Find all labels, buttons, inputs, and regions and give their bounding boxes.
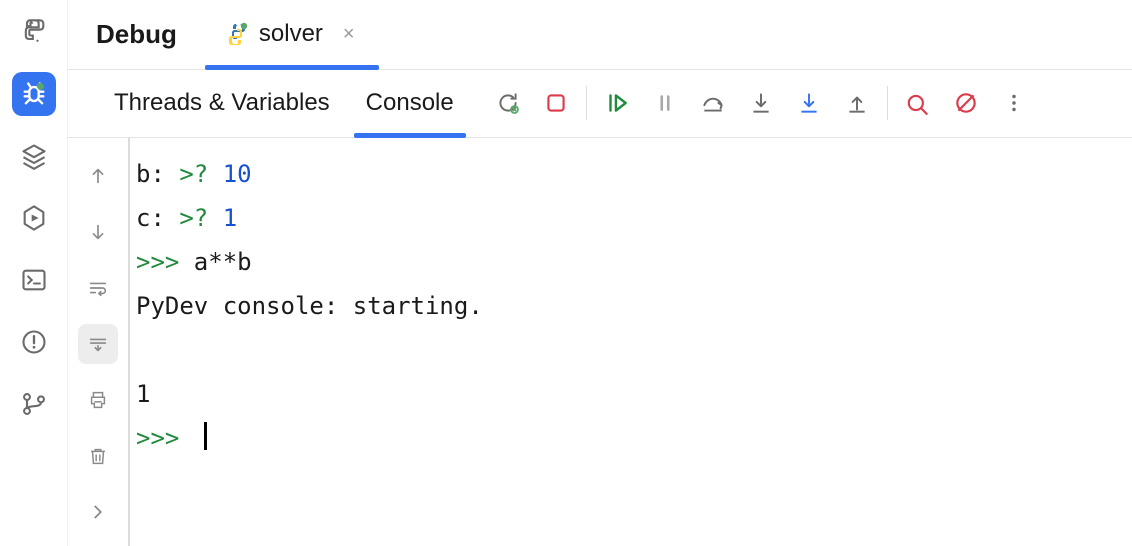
tool-window-rail <box>0 0 68 546</box>
debug-toolbar: Threads & Variables Console <box>68 70 1132 138</box>
git-branch-icon <box>20 390 48 418</box>
arrow-down-icon <box>87 221 109 243</box>
print-button[interactable] <box>78 380 118 420</box>
clear-all-button[interactable] <box>78 436 118 476</box>
problems-icon <box>20 328 48 356</box>
console-line: b: >? 10 <box>136 160 252 188</box>
pause-button[interactable] <box>641 79 689 127</box>
view-breakpoints-button[interactable] <box>894 79 942 127</box>
scroll-to-end-button[interactable] <box>78 324 118 364</box>
python-file-icon <box>225 22 249 46</box>
debug-tool[interactable] <box>12 72 56 116</box>
problems-tool[interactable] <box>12 320 56 364</box>
soft-wrap-icon <box>87 277 109 299</box>
services-tool[interactable] <box>12 196 56 240</box>
scroll-up-button[interactable] <box>78 156 118 196</box>
close-tab-button[interactable]: × <box>343 23 355 46</box>
stop-icon <box>543 90 569 116</box>
more-actions-button[interactable] <box>990 79 1038 127</box>
more-icon <box>1001 90 1027 116</box>
console-gutter <box>68 138 128 546</box>
layers-icon <box>20 142 48 170</box>
console-line: >>> a**b <box>136 248 252 276</box>
console-line: PyDev console: starting. <box>136 292 483 320</box>
terminal-tool[interactable] <box>12 258 56 302</box>
rerun-icon <box>495 90 521 116</box>
tab-console[interactable]: Console <box>348 70 472 137</box>
tab-threads-variables[interactable]: Threads & Variables <box>96 70 348 137</box>
step-into-my-icon <box>796 90 822 116</box>
stop-button[interactable] <box>532 79 580 127</box>
step-out-button[interactable] <box>833 79 881 127</box>
chevron-right-icon <box>87 501 109 523</box>
python-console-tool[interactable] <box>12 10 56 54</box>
resume-icon <box>604 90 630 116</box>
scroll-down-button[interactable] <box>78 212 118 252</box>
mute-breakpoints-button[interactable] <box>942 79 990 127</box>
step-into-icon <box>748 90 774 116</box>
print-icon <box>87 389 109 411</box>
pause-icon <box>652 90 678 116</box>
rerun-button[interactable] <box>484 79 532 127</box>
step-over-icon <box>700 90 726 116</box>
bug-icon <box>20 80 48 108</box>
terminal-icon <box>20 266 48 294</box>
python-icon <box>20 18 48 46</box>
mute-breakpoints-icon <box>953 90 979 116</box>
console-output[interactable]: b: >? 10 c: >? 1 >>> a**b PyDev console:… <box>128 138 1132 546</box>
console-line: c: >? 1 <box>136 204 237 232</box>
debug-session-tabs: Debug solver × <box>68 0 1132 70</box>
main-area: Debug solver × Threads & Variables <box>68 0 1132 546</box>
session-tab-label: solver <box>259 20 323 48</box>
structure-tool[interactable] <box>12 134 56 178</box>
breakpoints-icon <box>905 90 931 116</box>
console-line: 1 <box>136 380 150 408</box>
resume-button[interactable] <box>593 79 641 127</box>
session-tab-solver[interactable]: solver × <box>225 0 355 69</box>
step-into-button[interactable] <box>737 79 785 127</box>
debug-panel-title: Debug <box>96 19 177 50</box>
expand-button[interactable] <box>78 492 118 532</box>
step-into-my-code-button[interactable] <box>785 79 833 127</box>
console-prompt: >>> <box>136 424 207 452</box>
step-over-button[interactable] <box>689 79 737 127</box>
soft-wrap-button[interactable] <box>78 268 118 308</box>
scroll-to-end-icon <box>87 333 109 355</box>
hex-play-icon <box>20 204 48 232</box>
arrow-up-icon <box>87 165 109 187</box>
text-cursor <box>204 422 207 450</box>
trash-icon <box>87 445 109 467</box>
vcs-tool[interactable] <box>12 382 56 426</box>
step-out-icon <box>844 90 870 116</box>
